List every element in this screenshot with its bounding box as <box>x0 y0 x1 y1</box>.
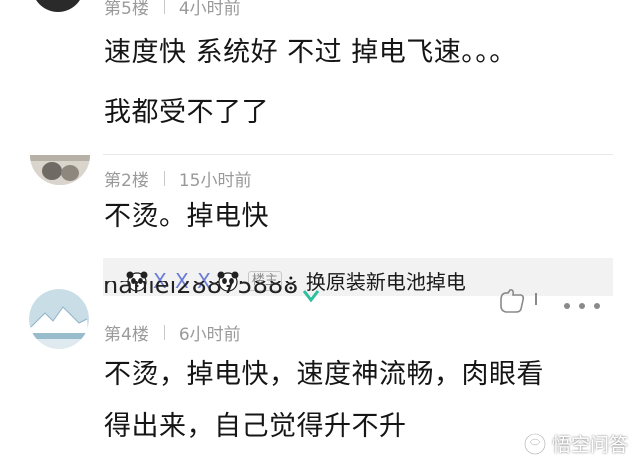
floor-label: 第5楼 <box>104 0 149 19</box>
comment-text: 速度快 系统好 不过 掉电飞速。。。 我都受不了了 <box>104 32 517 134</box>
avatar-photo-icon <box>30 155 90 185</box>
comment-text: 不烫，掉电快，速度神流畅，肉眼看 得出来，自己觉得升不升 <box>104 354 544 448</box>
verified-icon <box>302 287 320 303</box>
comment-meta: 第5楼 4小时前 <box>104 0 241 19</box>
comment-text: 不烫。掉电快 <box>104 196 269 238</box>
timestamp: 6小时前 <box>178 325 241 345</box>
wukong-logo-icon <box>523 432 547 456</box>
watermark: 悟空问答 <box>523 430 628 457</box>
divider <box>103 154 613 155</box>
username[interactable]: naniei28875888 <box>103 281 298 304</box>
floor-label: 第2楼 <box>104 171 149 191</box>
comment-line: 我都受不了了 <box>104 97 269 128</box>
meta-separator <box>163 0 165 14</box>
avatar[interactable] <box>30 155 90 185</box>
watermark-text: 悟空问答 <box>551 434 628 456</box>
comment-line: 得出来，自己觉得升不升 <box>104 411 407 442</box>
like-icon[interactable] <box>497 288 527 314</box>
avatar-landscape-icon <box>29 289 89 349</box>
comment-meta: 第4楼 6小时前 <box>104 320 241 345</box>
timestamp: 4小时前 <box>178 0 241 19</box>
comment-meta: 第2楼 15小时前 <box>104 166 251 191</box>
comment-username[interactable]: naniei28875888 <box>103 281 320 304</box>
floor-label: 第4楼 <box>104 325 149 345</box>
like-count-icon <box>527 290 547 305</box>
more-icon[interactable] <box>562 296 602 309</box>
avatar[interactable] <box>32 0 84 12</box>
like-icon[interactable] <box>505 148 527 156</box>
comment-line: 不烫。掉电快 <box>104 201 269 232</box>
comment-line: 不烫，掉电快，速度神流畅，肉眼看 <box>104 359 544 390</box>
avatar[interactable] <box>29 289 89 349</box>
comment-line: 速度快 系统好 不过 掉电飞速。。。 <box>104 37 517 68</box>
meta-separator <box>163 171 165 186</box>
timestamp: 15小时前 <box>178 171 252 191</box>
meta-separator <box>163 325 165 340</box>
